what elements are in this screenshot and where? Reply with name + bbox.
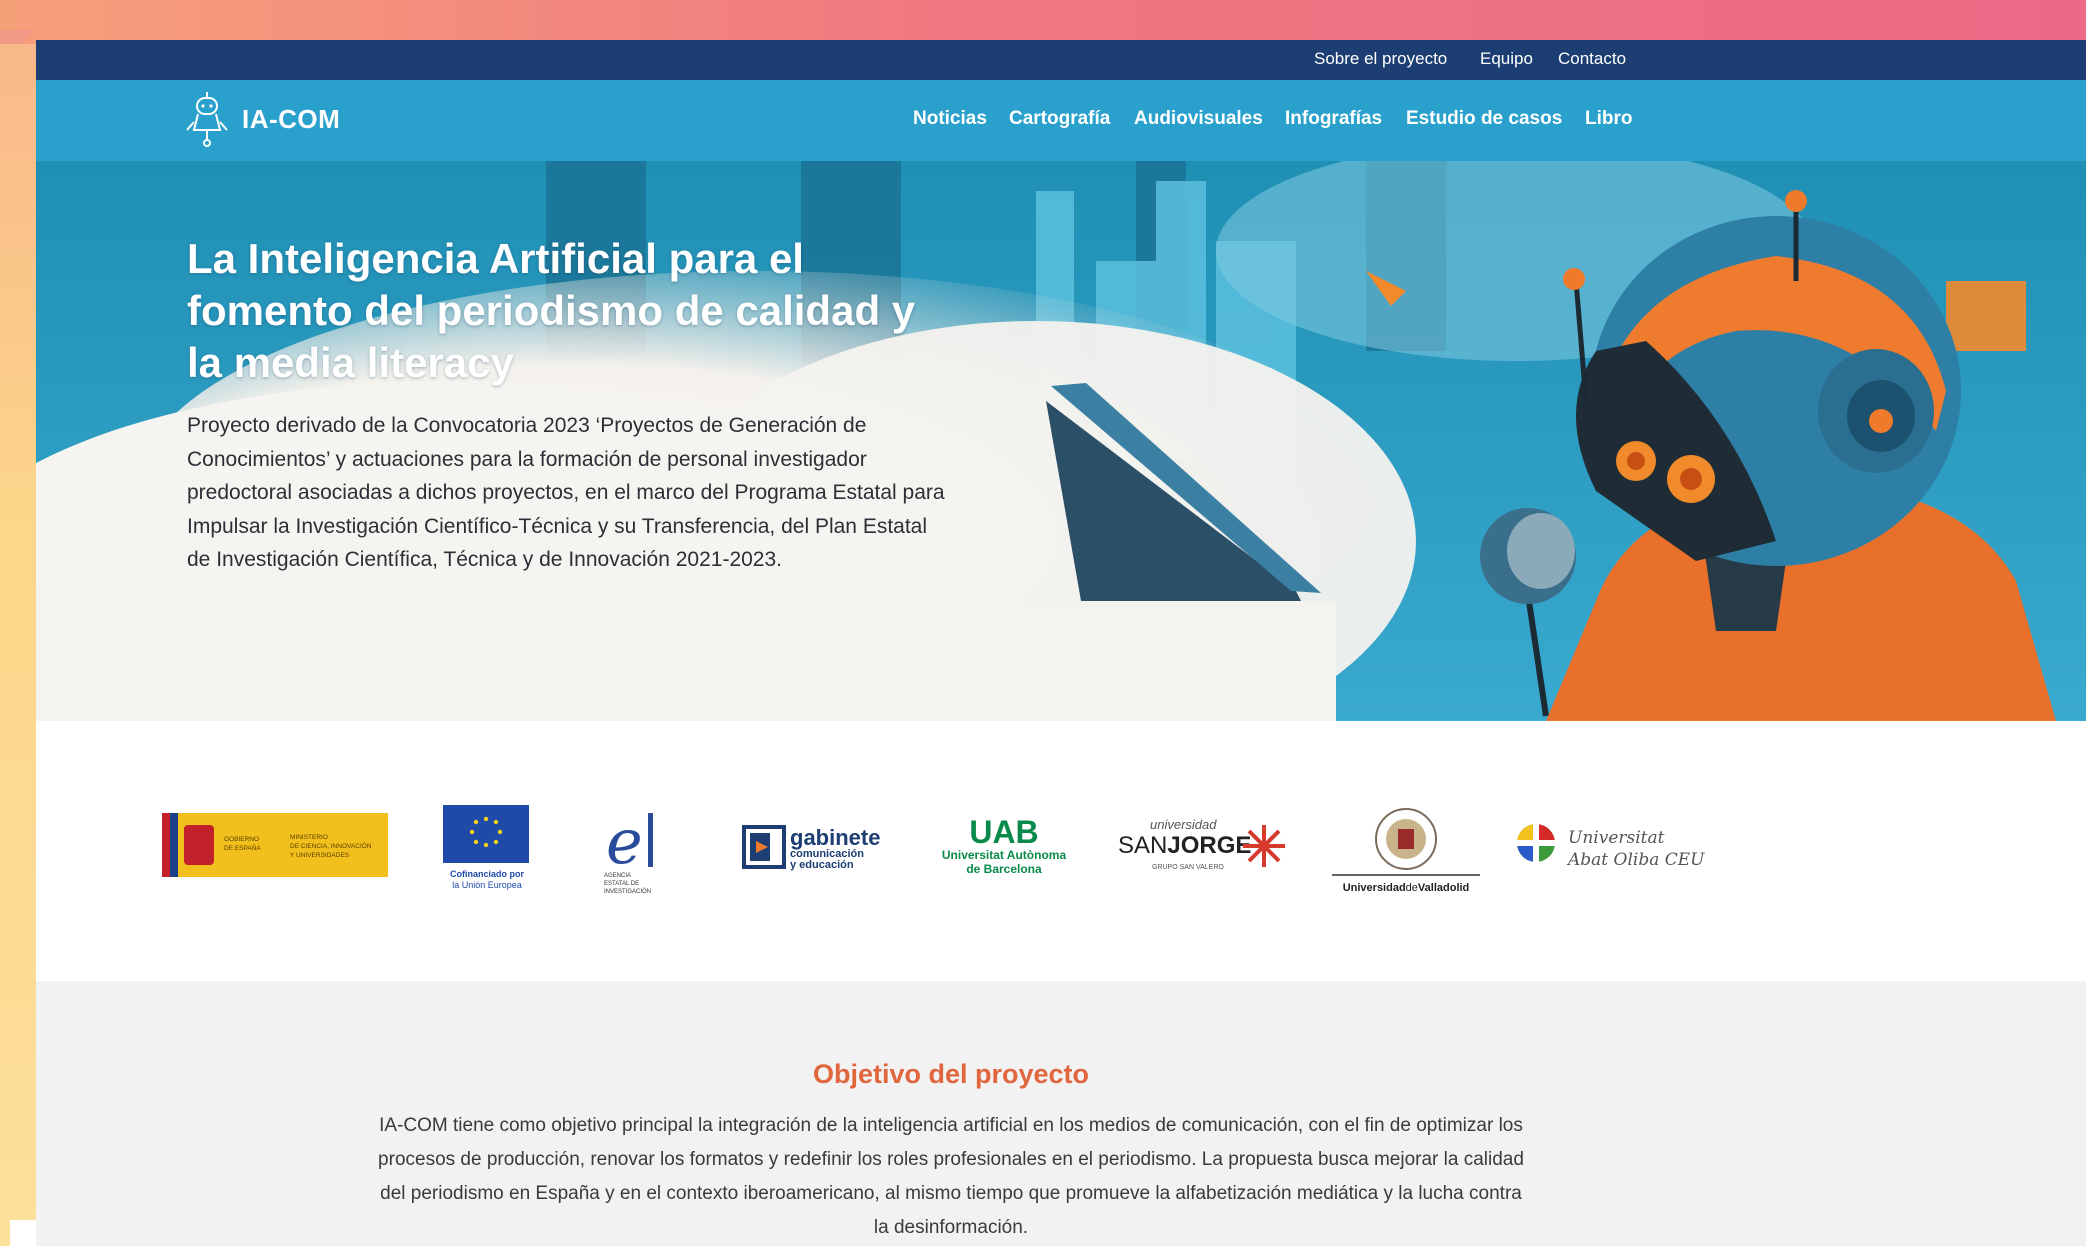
svg-text:Abat Oliba CEU: Abat Oliba CEU	[1566, 850, 1705, 870]
topbar-link-equipo[interactable]: Equipo	[1480, 49, 1533, 69]
svg-text:GOBIERNO: GOBIERNO	[224, 836, 259, 843]
nav-cartografia[interactable]: Cartografía	[1009, 108, 1110, 130]
partner-logos: GOBIERNO DE ESPAÑA MINISTERIO DE CIENCIA…	[36, 721, 2086, 981]
nav-estudio-casos[interactable]: Estudio de casos	[1406, 108, 1562, 130]
top-bar: Sobre el proyecto Equipo Contacto	[36, 40, 2086, 80]
uab-logo[interactable]: UAB Universitat Autònoma de Barcelona	[926, 813, 1082, 879]
eu-cofinanciado-logo[interactable]: Cofinanciado por la Unión Europea	[437, 805, 537, 899]
universidad-san-jorge-logo[interactable]: universidad SANJORGE GRUPO SAN VALERO	[1114, 813, 1294, 879]
svg-text:Universitat: Universitat	[1568, 828, 1665, 848]
svg-text:GRUPO SAN VALERO: GRUPO SAN VALERO	[1152, 864, 1224, 871]
nav-libro[interactable]: Libro	[1585, 108, 1633, 130]
topbar-link-contacto[interactable]: Contacto	[1558, 49, 1626, 69]
hero-title: La Inteligencia Artificial para el fomen…	[187, 235, 916, 386]
svg-text:de Barcelona: de Barcelona	[966, 862, 1042, 876]
svg-text:UAB: UAB	[969, 814, 1038, 850]
hero-description: Proyecto derivado de la Convocatoria 202…	[187, 414, 945, 571]
nav-infografias[interactable]: Infografías	[1285, 108, 1382, 130]
svg-text:INVESTIGACIÓN: INVESTIGACIÓN	[604, 888, 651, 895]
topbar-link-sobre[interactable]: Sobre el proyecto	[1314, 49, 1447, 69]
svg-text:Universitat Autònoma: Universitat Autònoma	[942, 848, 1067, 862]
svg-text:DE CIENCIA, INNOVACIÓN: DE CIENCIA, INNOVACIÓN	[290, 841, 372, 850]
universidad-valladolid-logo[interactable]: UniversidaddeValladolid	[1326, 805, 1486, 905]
hero-section: La Inteligencia Artificial para el fomen…	[36, 161, 2086, 721]
agencia-estatal-investigacion-logo[interactable]: e AGENCIA ESTATAL DE INVESTIGACIÓN	[592, 805, 672, 899]
svg-text:y educación: y educación	[790, 859, 854, 871]
nav-noticias[interactable]: Noticias	[913, 108, 987, 130]
main-navbar: IA-COM Noticias Cartografía Audiovisuale…	[36, 80, 2086, 161]
svg-text:ESTATAL DE: ESTATAL DE	[604, 881, 639, 887]
robot-logo-icon[interactable]	[184, 90, 230, 148]
nav-audiovisuales[interactable]: Audiovisuales	[1134, 108, 1263, 130]
svg-text:AGENCIA: AGENCIA	[604, 873, 631, 879]
objective-text: IA-COM tiene como objetivo principal la …	[378, 1115, 1524, 1238]
frame-left-border	[0, 44, 36, 1246]
svg-text:DE ESPAÑA: DE ESPAÑA	[224, 843, 261, 852]
svg-text:UniversidaddeValladolid: UniversidaddeValladolid	[1343, 882, 1470, 894]
objective-section: Objetivo del proyecto IA-COM tiene como …	[36, 981, 2086, 1246]
svg-text:SANJORGE: SANJORGE	[1118, 832, 1251, 859]
svg-text:MINISTERIO: MINISTERIO	[290, 834, 328, 841]
objective-title: Objetivo del proyecto	[812, 1059, 1090, 1089]
svg-text:gabinete: gabinete	[790, 825, 880, 850]
svg-text:Y UNIVERSIDADES: Y UNIVERSIDADES	[290, 852, 350, 859]
universitat-abat-oliba-logo[interactable]: Universitat Abat Oliba CEU	[1516, 821, 1706, 877]
site-logo-text[interactable]: IA-COM	[242, 104, 340, 135]
gobierno-espana-logo[interactable]: GOBIERNO DE ESPAÑA MINISTERIO DE CIENCIA…	[162, 813, 388, 877]
website-page: Sobre el proyecto Equipo Contacto IA-COM…	[36, 40, 2086, 1246]
svg-text:e: e	[606, 805, 643, 878]
gabinete-comunicacion-logo[interactable]: gabinete comunicación y educación	[736, 819, 892, 875]
svg-text:Cofinanciado por: Cofinanciado por	[450, 869, 524, 879]
svg-text:universidad: universidad	[1150, 817, 1217, 832]
svg-text:la Unión Europea: la Unión Europea	[452, 880, 522, 890]
